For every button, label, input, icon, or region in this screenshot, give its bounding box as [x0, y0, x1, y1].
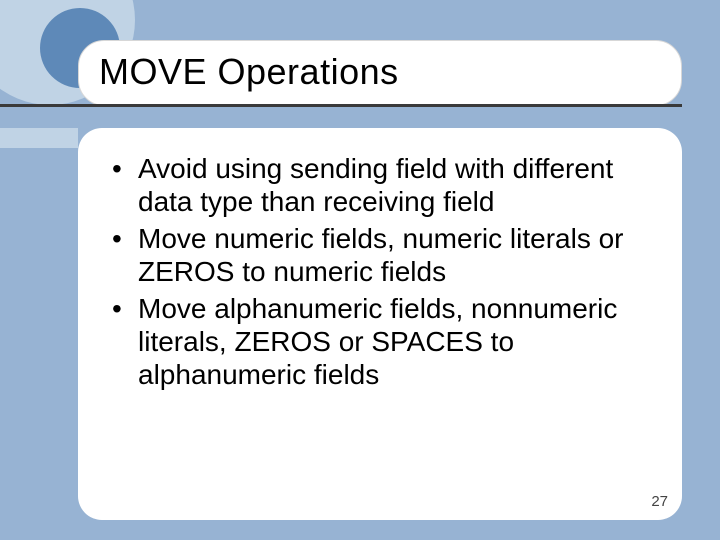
list-item: Avoid using sending field with different… — [108, 152, 654, 218]
indent-block — [0, 128, 78, 148]
slide-title: MOVE Operations — [99, 51, 661, 93]
bullet-list: Avoid using sending field with different… — [108, 152, 654, 391]
page-number: 27 — [651, 493, 668, 510]
title-underline — [0, 104, 682, 107]
content-card: Avoid using sending field with different… — [78, 128, 682, 520]
list-item: Move numeric fields, numeric literals or… — [108, 222, 654, 288]
title-row: MOVE Operations — [0, 40, 720, 106]
list-item: Move alphanumeric fields, nonnumeric lit… — [108, 292, 654, 391]
slide: MOVE Operations Avoid using sending fiel… — [0, 0, 720, 540]
title-pill: MOVE Operations — [78, 40, 682, 106]
